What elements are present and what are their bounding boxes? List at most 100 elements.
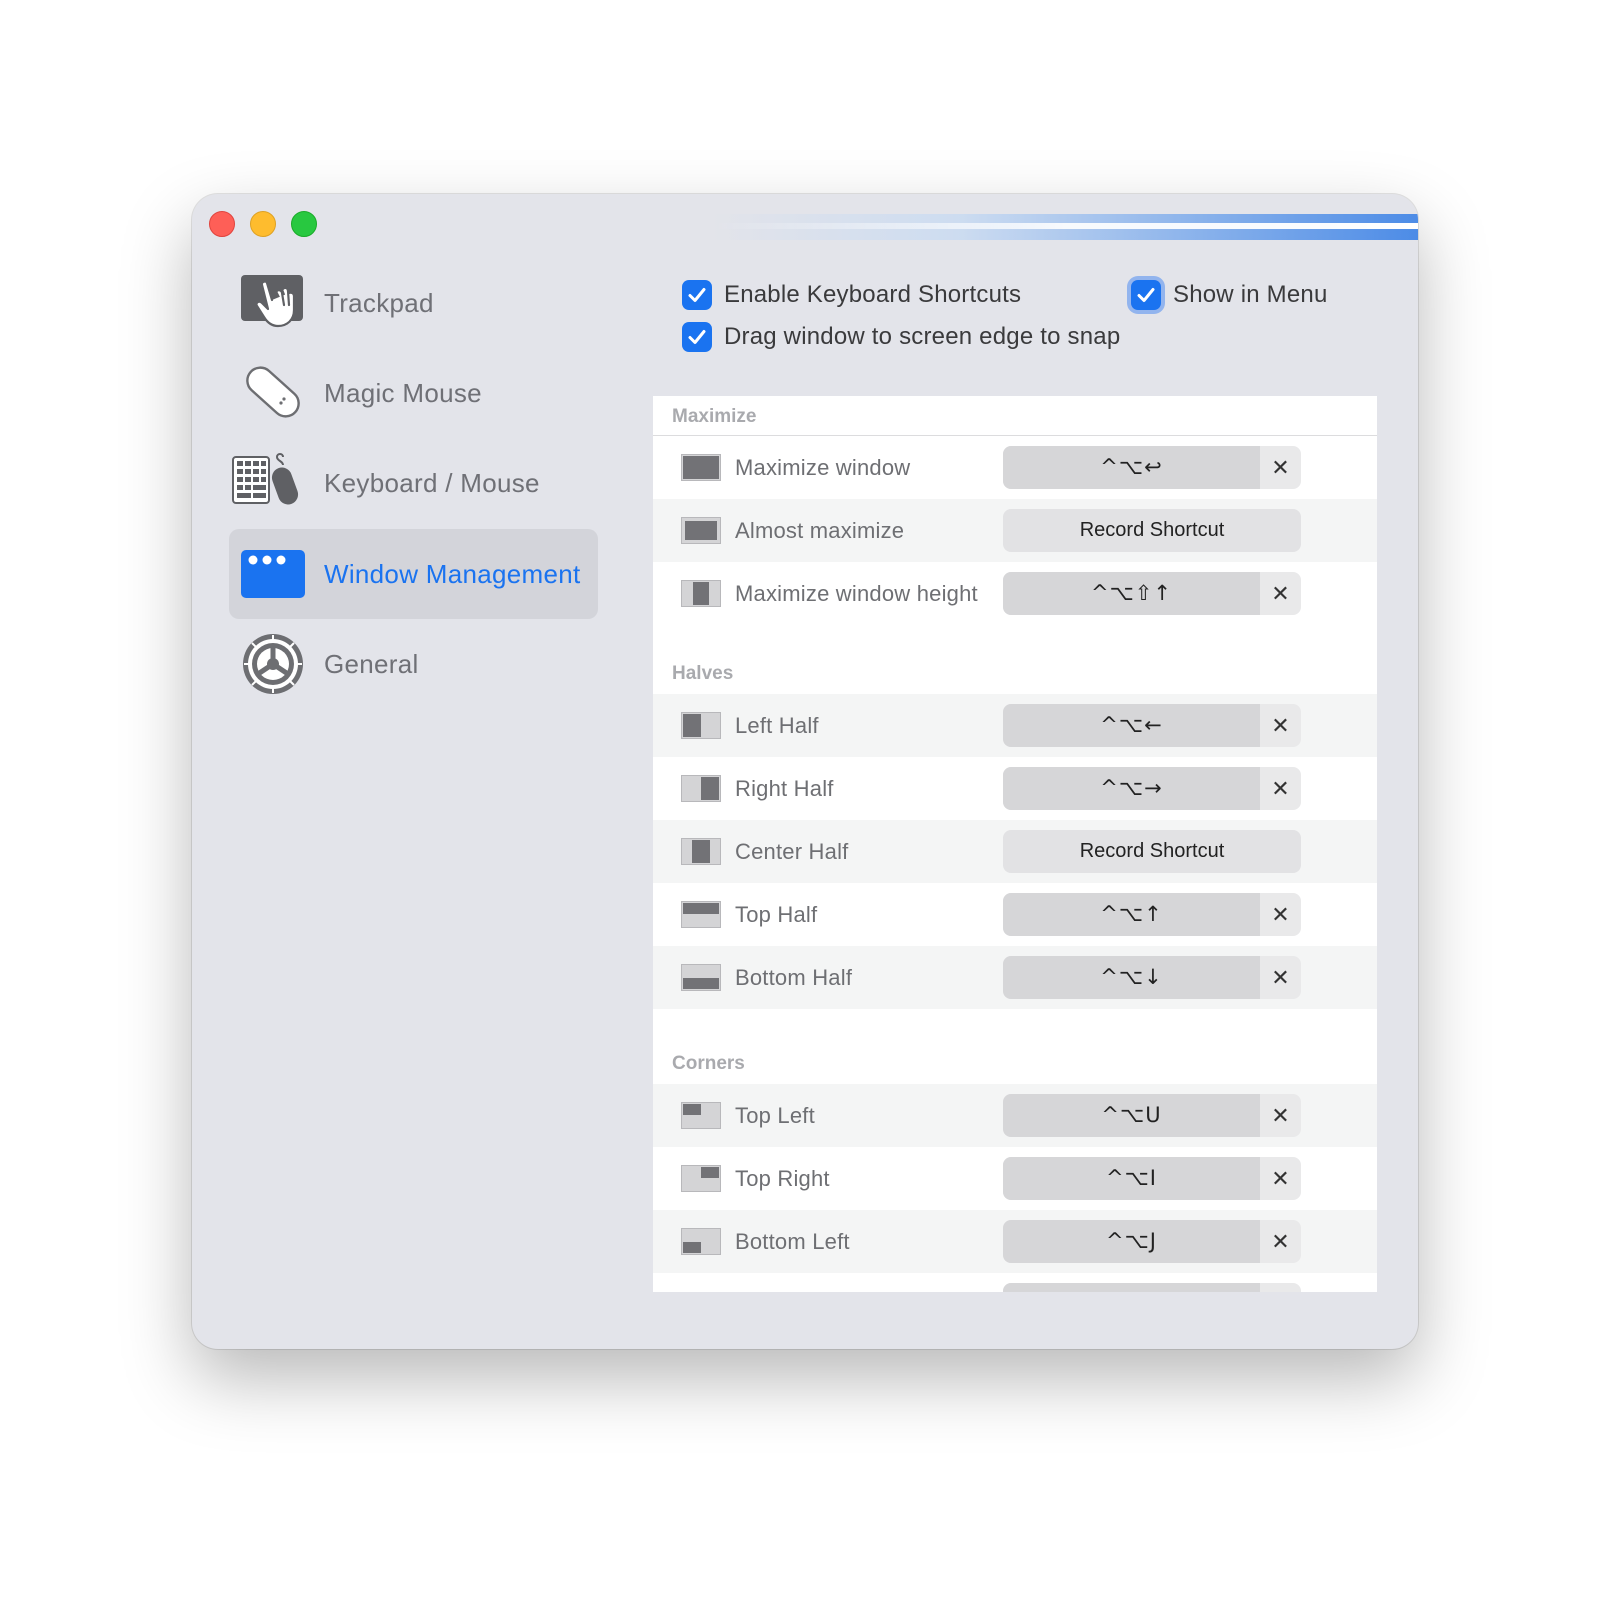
clear-shortcut-icon[interactable]: ✕ [1260,767,1301,810]
shortcut-label: Bottom Left [735,1229,850,1254]
maximize-height-icon [681,580,721,607]
shortcut-keys[interactable]: ^⌥U [1003,1094,1260,1137]
sidebar-item-window-management[interactable]: Window Management [229,529,598,619]
clear-shortcut-icon[interactable]: ✕ [1260,1157,1301,1200]
show-in-menu-checkbox[interactable]: Show in Menu [1131,280,1328,310]
shortcut-recorder[interactable]: ^⌥J ✕ [1003,1220,1301,1263]
minimize-window-button[interactable] [250,211,276,237]
shortcut-keys[interactable]: ^⌥↑ [1003,893,1260,936]
clear-shortcut-icon[interactable]: ✕ [1260,704,1301,747]
bottom-half-icon [681,964,721,991]
shortcut-keys[interactable] [1003,1283,1260,1292]
almost-maximize-icon [681,517,721,544]
shortcut-recorder[interactable]: ^⌥↩ ✕ [1003,446,1301,489]
shortcut-recorder[interactable]: ^⌥U ✕ [1003,1094,1301,1137]
sidebar-item-general[interactable]: General [229,619,598,709]
left-half-icon [681,712,721,739]
shortcut-row-maximize-window: Maximize window ^⌥↩ ✕ [653,436,1377,499]
top-right-icon [681,1165,721,1192]
shortcut-recorder[interactable]: ^⌥← ✕ [1003,704,1301,747]
shortcut-recorder[interactable]: ^⌥→ ✕ [1003,767,1301,810]
sidebar-item-label: Magic Mouse [324,378,482,408]
shortcut-row-bottom-left: Bottom Left ^⌥J ✕ [653,1210,1377,1273]
shortcuts-panel[interactable]: Maximize Maximize window ^⌥↩ ✕ Almost ma… [653,396,1377,1292]
top-left-icon [681,1102,721,1129]
shortcut-row-center-half: Center Half Record Shortcut [653,820,1377,883]
window-management-icon [241,550,305,598]
preferences-window: Trackpad Magic Mouse Keyboard / Mouse Wi… [192,194,1418,1349]
shortcut-row-almost-maximize: Almost maximize Record Shortcut [653,499,1377,562]
shortcut-label: Center Half [735,839,849,864]
shortcut-keys[interactable]: ^⌥↓ [1003,956,1260,999]
shortcut-recorder[interactable]: ^⌥↑ ✕ [1003,893,1301,936]
shortcut-row-maximize-height: Maximize window height ^⌥⇧↑ ✕ [653,562,1377,625]
clear-shortcut-icon[interactable]: ✕ [1260,956,1301,999]
drag-snap-label: Drag window to screen edge to snap [724,323,1121,350]
shortcut-keys[interactable]: ^⌥I [1003,1157,1260,1200]
checkmark-icon [682,322,712,352]
magic-mouse-icon [246,366,300,418]
shortcut-label: Maximize window height [735,581,978,606]
enable-shortcuts-label: Enable Keyboard Shortcuts [724,281,1022,308]
shortcut-row-top-left: Top Left ^⌥U ✕ [653,1084,1377,1147]
shortcut-row-top-half: Top Half ^⌥↑ ✕ [653,883,1377,946]
right-half-icon [681,775,721,802]
shortcut-row-right-half: Right Half ^⌥→ ✕ [653,757,1377,820]
shortcut-recorder[interactable] [1003,1283,1301,1292]
show-in-menu-label: Show in Menu [1173,281,1328,308]
shortcut-keys[interactable]: ^⌥→ [1003,767,1260,810]
clear-shortcut-icon[interactable]: ✕ [1260,1220,1301,1263]
keyboard-mouse-icon [232,453,299,505]
shortcut-label: Top Right [735,1166,830,1191]
titlebar-glow [712,214,1418,240]
sidebar-item-label: Trackpad [324,288,434,318]
shortcut-label: Top Half [735,902,818,927]
clear-shortcut-icon[interactable]: ✕ [1260,1094,1301,1137]
shortcut-label: Left Half [735,713,819,738]
trackpad-icon [241,275,303,328]
sidebar-item-label: Keyboard / Mouse [324,468,540,498]
clear-shortcut-icon[interactable]: ✕ [1260,572,1301,615]
shortcut-row-partial [653,1273,1377,1292]
shortcut-keys[interactable]: ^⌥⇧↑ [1003,572,1260,615]
checkmark-icon [682,280,712,310]
shortcut-label: Right Half [735,776,834,801]
shortcut-keys[interactable]: ^⌥↩ [1003,446,1260,489]
record-shortcut-button[interactable]: Record Shortcut [1003,830,1301,873]
record-shortcut-label: Record Shortcut [1079,840,1225,862]
section-title-halves: Halves [672,663,734,684]
section-title-maximize: Maximize [672,406,757,427]
section-title-corners: Corners [672,1053,745,1074]
sidebar-item-label: General [324,649,419,679]
shortcut-label: Top Left [735,1103,815,1128]
bottom-left-icon [681,1228,721,1255]
record-shortcut-button[interactable]: Record Shortcut [1003,509,1301,552]
shortcut-row-bottom-half: Bottom Half ^⌥↓ ✕ [653,946,1377,1009]
clear-shortcut-icon[interactable]: ✕ [1260,893,1301,936]
shortcut-row-top-right: Top Right ^⌥I ✕ [653,1147,1377,1210]
close-window-button[interactable] [209,211,235,237]
shortcut-label: Almost maximize [735,518,905,543]
sidebar-item-label: Window Management [324,559,581,589]
shortcut-recorder[interactable]: ^⌥↓ ✕ [1003,956,1301,999]
shortcut-label: Maximize window [735,455,911,480]
center-half-icon [681,838,721,865]
drag-snap-checkbox[interactable]: Drag window to screen edge to snap [682,322,1120,352]
sidebar-item-magic-mouse[interactable]: Magic Mouse [229,348,598,438]
sidebar-item-keyboard-mouse[interactable]: Keyboard / Mouse [229,438,598,528]
shortcut-row-left-half: Left Half ^⌥← ✕ [653,694,1377,757]
shortcut-label: Bottom Half [735,965,853,990]
sidebar-item-trackpad[interactable]: Trackpad [229,258,598,348]
clear-shortcut-icon[interactable]: ✕ [1260,446,1301,489]
shortcut-recorder[interactable]: ^⌥I ✕ [1003,1157,1301,1200]
record-shortcut-label: Record Shortcut [1079,519,1225,541]
gear-icon [243,634,303,694]
maximize-window-icon [681,454,721,481]
shortcut-recorder[interactable]: ^⌥⇧↑ ✕ [1003,572,1301,615]
checkmark-icon [1131,280,1161,310]
top-half-icon [681,901,721,928]
shortcut-keys[interactable]: ^⌥← [1003,704,1260,747]
zoom-window-button[interactable] [291,211,317,237]
enable-shortcuts-checkbox[interactable]: Enable Keyboard Shortcuts [682,280,1021,310]
shortcut-keys[interactable]: ^⌥J [1003,1220,1260,1263]
